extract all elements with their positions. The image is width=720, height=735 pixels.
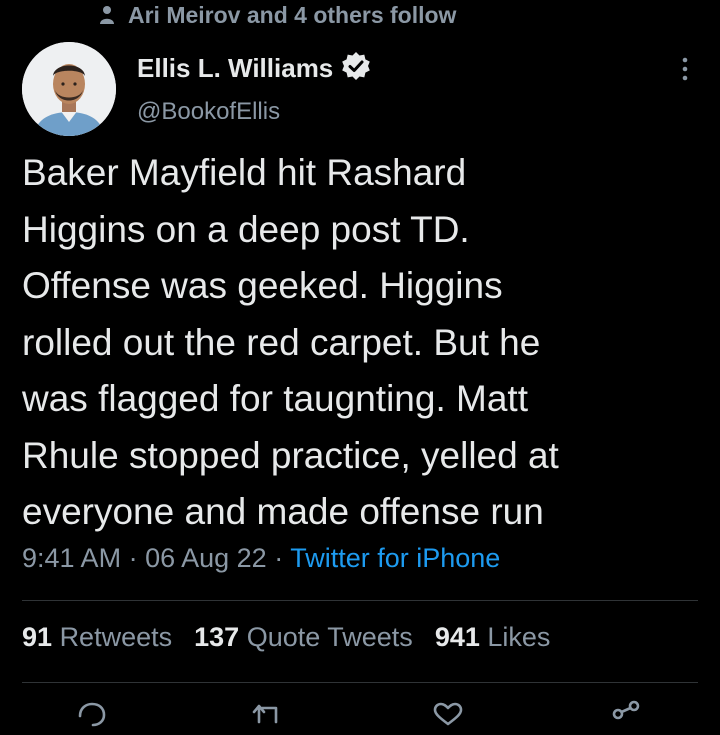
divider bbox=[22, 682, 698, 683]
person-icon bbox=[100, 5, 114, 25]
avatar[interactable] bbox=[22, 42, 116, 136]
tweet-date[interactable]: 06 Aug 22 bbox=[145, 543, 267, 573]
quote-tweets-label: Quote Tweets bbox=[246, 622, 413, 652]
more-vertical-icon bbox=[682, 57, 688, 86]
like-button[interactable] bbox=[430, 700, 466, 730]
action-bar bbox=[0, 700, 720, 727]
social-context-text: Ari Meirov and 4 others follow bbox=[128, 1, 457, 28]
reply-button[interactable] bbox=[74, 700, 110, 730]
more-options-button[interactable] bbox=[676, 56, 694, 86]
retweets-label: Retweets bbox=[59, 622, 173, 652]
author-block: Ellis L. Williams @BookofEllis bbox=[137, 50, 371, 126]
likes-count: 941 bbox=[434, 622, 480, 652]
share-button[interactable] bbox=[608, 700, 644, 730]
quote-tweets-stat[interactable]: 137 Quote Tweets bbox=[194, 622, 413, 653]
tweet-text: Baker Mayfield hit Rashard Higgins on a … bbox=[22, 152, 559, 532]
social-context[interactable]: Ari Meirov and 4 others follow bbox=[100, 0, 456, 30]
retweets-count: 91 bbox=[22, 622, 53, 652]
tweet-source-link[interactable]: Twitter for iPhone bbox=[290, 543, 500, 573]
author-name[interactable]: Ellis L. Williams bbox=[137, 53, 333, 84]
tweet-stats: 91 Retweets 137 Quote Tweets 941 Likes bbox=[22, 622, 550, 653]
retweet-button[interactable] bbox=[250, 700, 286, 730]
quote-tweets-count: 137 bbox=[194, 622, 240, 652]
author-handle[interactable]: @BookofEllis bbox=[137, 98, 371, 126]
meta-separator: · bbox=[121, 543, 146, 573]
likes-label: Likes bbox=[487, 622, 551, 652]
retweets-stat[interactable]: 91 Retweets bbox=[22, 622, 172, 653]
meta-separator: · bbox=[266, 543, 291, 573]
tweet-time[interactable]: 9:41 AM bbox=[22, 543, 121, 573]
verified-badge-icon bbox=[341, 51, 371, 86]
tweet-meta: 9:41 AM · 06 Aug 22 · Twitter for iPhone bbox=[22, 543, 500, 574]
likes-stat[interactable]: 941 Likes bbox=[435, 622, 551, 653]
divider bbox=[22, 600, 698, 601]
